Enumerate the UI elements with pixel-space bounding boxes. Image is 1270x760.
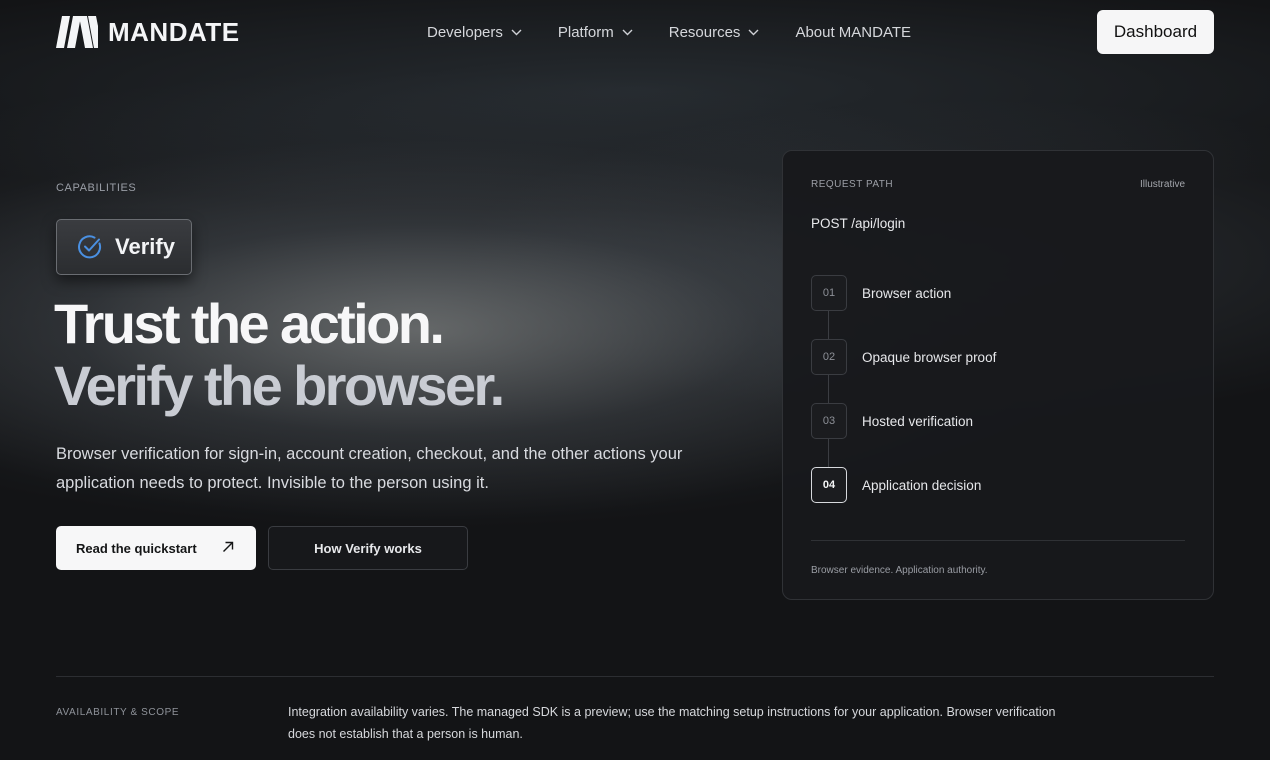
- step-label: Opaque browser proof: [862, 349, 997, 365]
- dashboard-button[interactable]: Dashboard: [1097, 10, 1214, 54]
- illustrative-tag: Illustrative: [1139, 179, 1185, 190]
- section-eyebrow: CAPABILITIES: [56, 182, 137, 194]
- step-number: 03: [811, 403, 847, 439]
- step-connector: [828, 439, 829, 467]
- step-number: 01: [811, 275, 847, 311]
- nav-item-label: Resources: [668, 23, 741, 41]
- button-label: Read the quickstart: [76, 540, 197, 556]
- request-path-panel: REQUEST PATH Illustrative POST /api/logi…: [782, 150, 1214, 600]
- chevron-down-icon: [622, 29, 633, 35]
- step-item: 02 Opaque browser proof: [811, 339, 1171, 375]
- divider: [811, 540, 1185, 541]
- headline-line-1: Trust the action.: [54, 292, 445, 355]
- panel-footer-note: Browser evidence. Application authority.: [811, 565, 988, 576]
- mandate-logo-icon: [56, 16, 98, 48]
- step-item: 01 Browser action: [811, 275, 1171, 311]
- step-number: 04: [811, 467, 847, 503]
- check-circle-icon: [78, 235, 102, 259]
- chip-label: Verify: [115, 234, 175, 259]
- headline-line-2: Verify the browser.: [54, 354, 505, 417]
- divider: [56, 676, 1214, 677]
- step-item: 03 Hosted verification: [811, 403, 1171, 439]
- nav-item-developers[interactable]: Developers: [427, 22, 522, 42]
- verify-chip: Verify: [56, 219, 192, 275]
- step-item-active: 04 Application decision: [811, 467, 1171, 503]
- step-label: Hosted verification: [862, 413, 974, 429]
- nav-item-label: Developers: [427, 23, 503, 41]
- hero-headline: Trust the action. Verify the browser.: [54, 292, 505, 417]
- availability-text: Integration availability varies. The man…: [288, 705, 1056, 741]
- read-quickstart-button[interactable]: Read the quickstart: [56, 526, 256, 570]
- nav-item-about[interactable]: About MANDATE: [795, 22, 911, 42]
- step-number: 02: [811, 339, 847, 375]
- how-verify-works-button[interactable]: How Verify works: [268, 526, 468, 570]
- main-nav: Developers Platform Resources About MAND…: [427, 22, 911, 42]
- arrow-up-right-icon: [223, 541, 234, 552]
- chevron-down-icon: [748, 29, 759, 35]
- nav-item-label: Platform: [557, 23, 614, 41]
- nav-item-label: About MANDATE: [795, 23, 912, 41]
- brand-name: MANDATE: [108, 16, 240, 47]
- hero-description: Browser verification for sign-in, accoun…: [56, 445, 683, 492]
- request-route: POST /api/login: [811, 216, 906, 231]
- brand-logo[interactable]: MANDATE: [56, 16, 240, 48]
- panel-label: REQUEST PATH: [811, 179, 894, 190]
- step-connector: [828, 375, 829, 403]
- step-label: Application decision: [862, 477, 982, 493]
- nav-item-platform[interactable]: Platform: [558, 22, 633, 42]
- nav-item-resources[interactable]: Resources: [669, 22, 760, 42]
- availability-label: AVAILABILITY & SCOPE: [56, 707, 180, 718]
- step-connector: [828, 311, 829, 339]
- step-label: Browser action: [862, 285, 952, 301]
- chevron-down-icon: [511, 29, 522, 35]
